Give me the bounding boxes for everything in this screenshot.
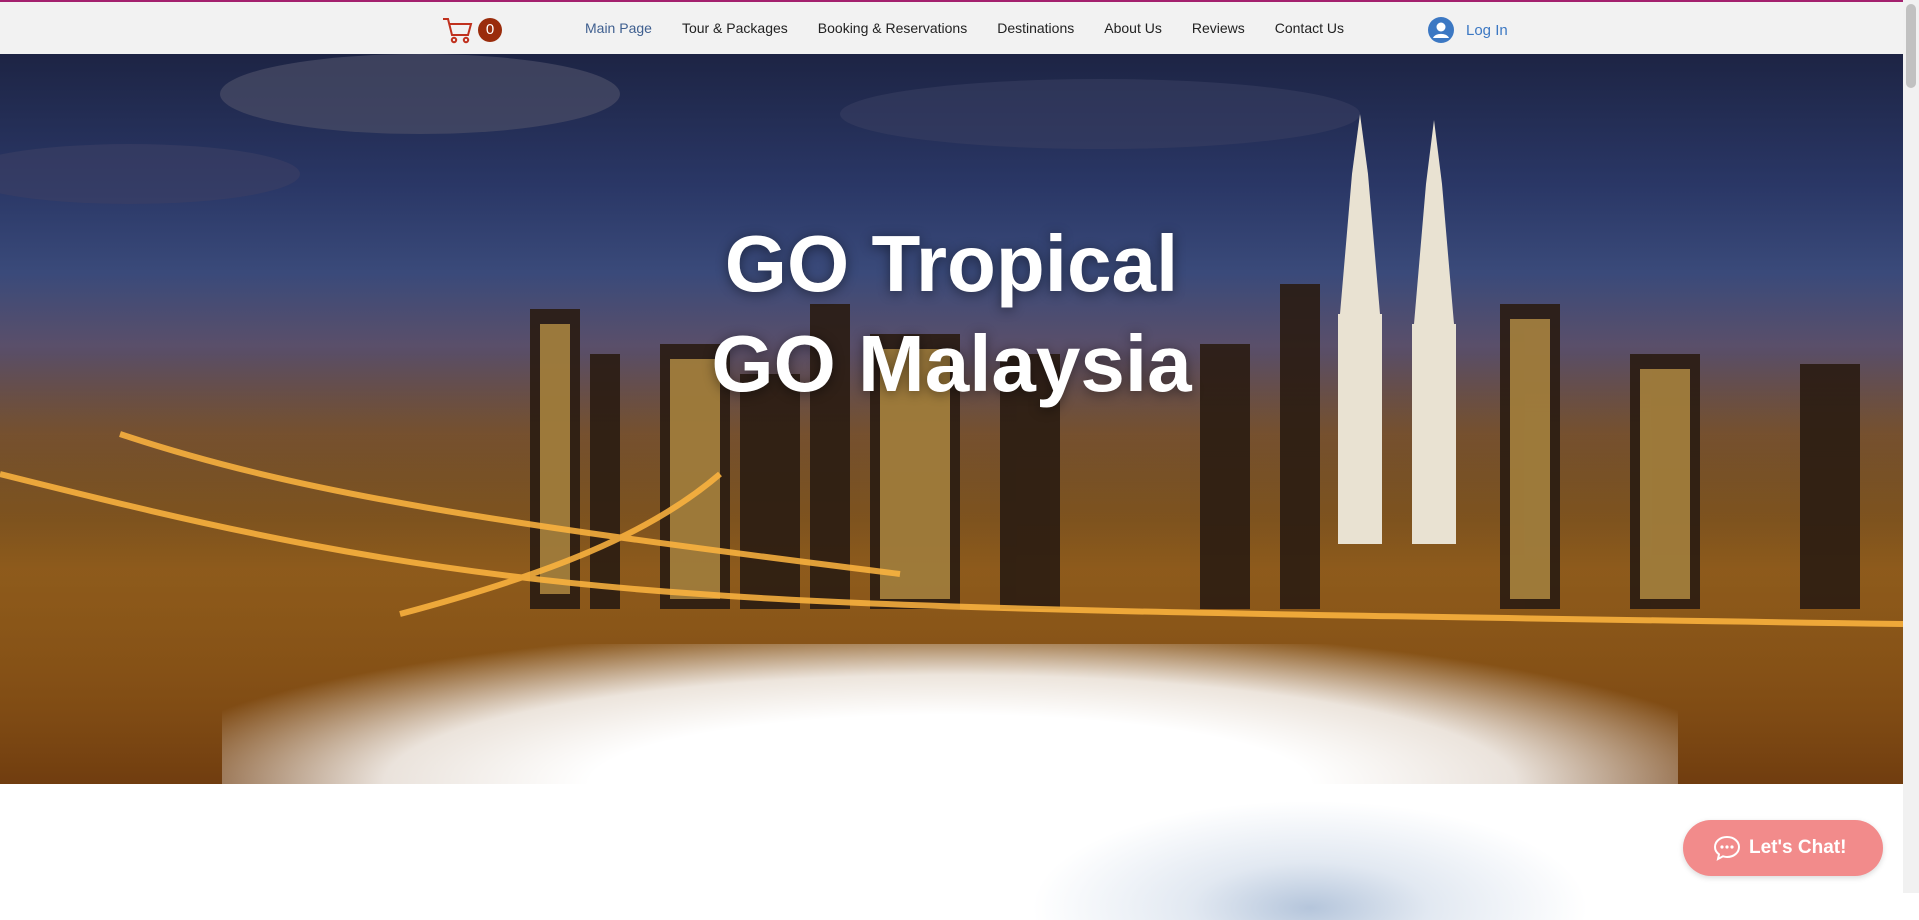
hero-section: GO Tropical GO Malaysia <box>0 54 1903 784</box>
page-scrollbar-track[interactable] <box>1903 0 1919 893</box>
nav-item-tour-packages[interactable]: Tour & Packages <box>667 20 803 36</box>
hero-title: GO Tropical GO Malaysia <box>0 214 1903 414</box>
hero-title-line-1: GO Tropical <box>724 219 1179 308</box>
login-button[interactable]: Log In <box>1428 16 1508 44</box>
chat-bubble-icon <box>1713 835 1741 861</box>
content-section <box>0 784 1903 893</box>
nav-item-booking-reservations[interactable]: Booking & Reservations <box>803 20 982 36</box>
hero-fog-overlay <box>222 644 1678 784</box>
page-scrollbar-thumb[interactable] <box>1906 4 1916 88</box>
nav-item-reviews[interactable]: Reviews <box>1177 20 1260 36</box>
user-avatar-icon <box>1428 17 1454 43</box>
hero-title-line-2: GO Malaysia <box>711 319 1192 408</box>
chat-button[interactable]: Let's Chat! <box>1683 820 1883 876</box>
cart-button[interactable]: 0 <box>442 16 502 44</box>
cart-icon <box>443 18 473 44</box>
nav-item-destinations[interactable]: Destinations <box>982 20 1089 36</box>
cloud-decoration <box>1030 800 1590 920</box>
nav-item-about-us[interactable]: About Us <box>1089 20 1177 36</box>
nav-item-main-page[interactable]: Main Page <box>570 20 667 36</box>
nav-item-contact-us[interactable]: Contact Us <box>1260 20 1359 36</box>
login-label: Log In <box>1466 21 1508 39</box>
cart-count-badge: 0 <box>478 18 502 42</box>
main-navigation: Main Page Tour & Packages Booking & Rese… <box>570 2 1359 54</box>
chat-button-label: Let's Chat! <box>1749 837 1847 858</box>
site-header: 0 Main Page Tour & Packages Booking & Re… <box>0 2 1903 54</box>
